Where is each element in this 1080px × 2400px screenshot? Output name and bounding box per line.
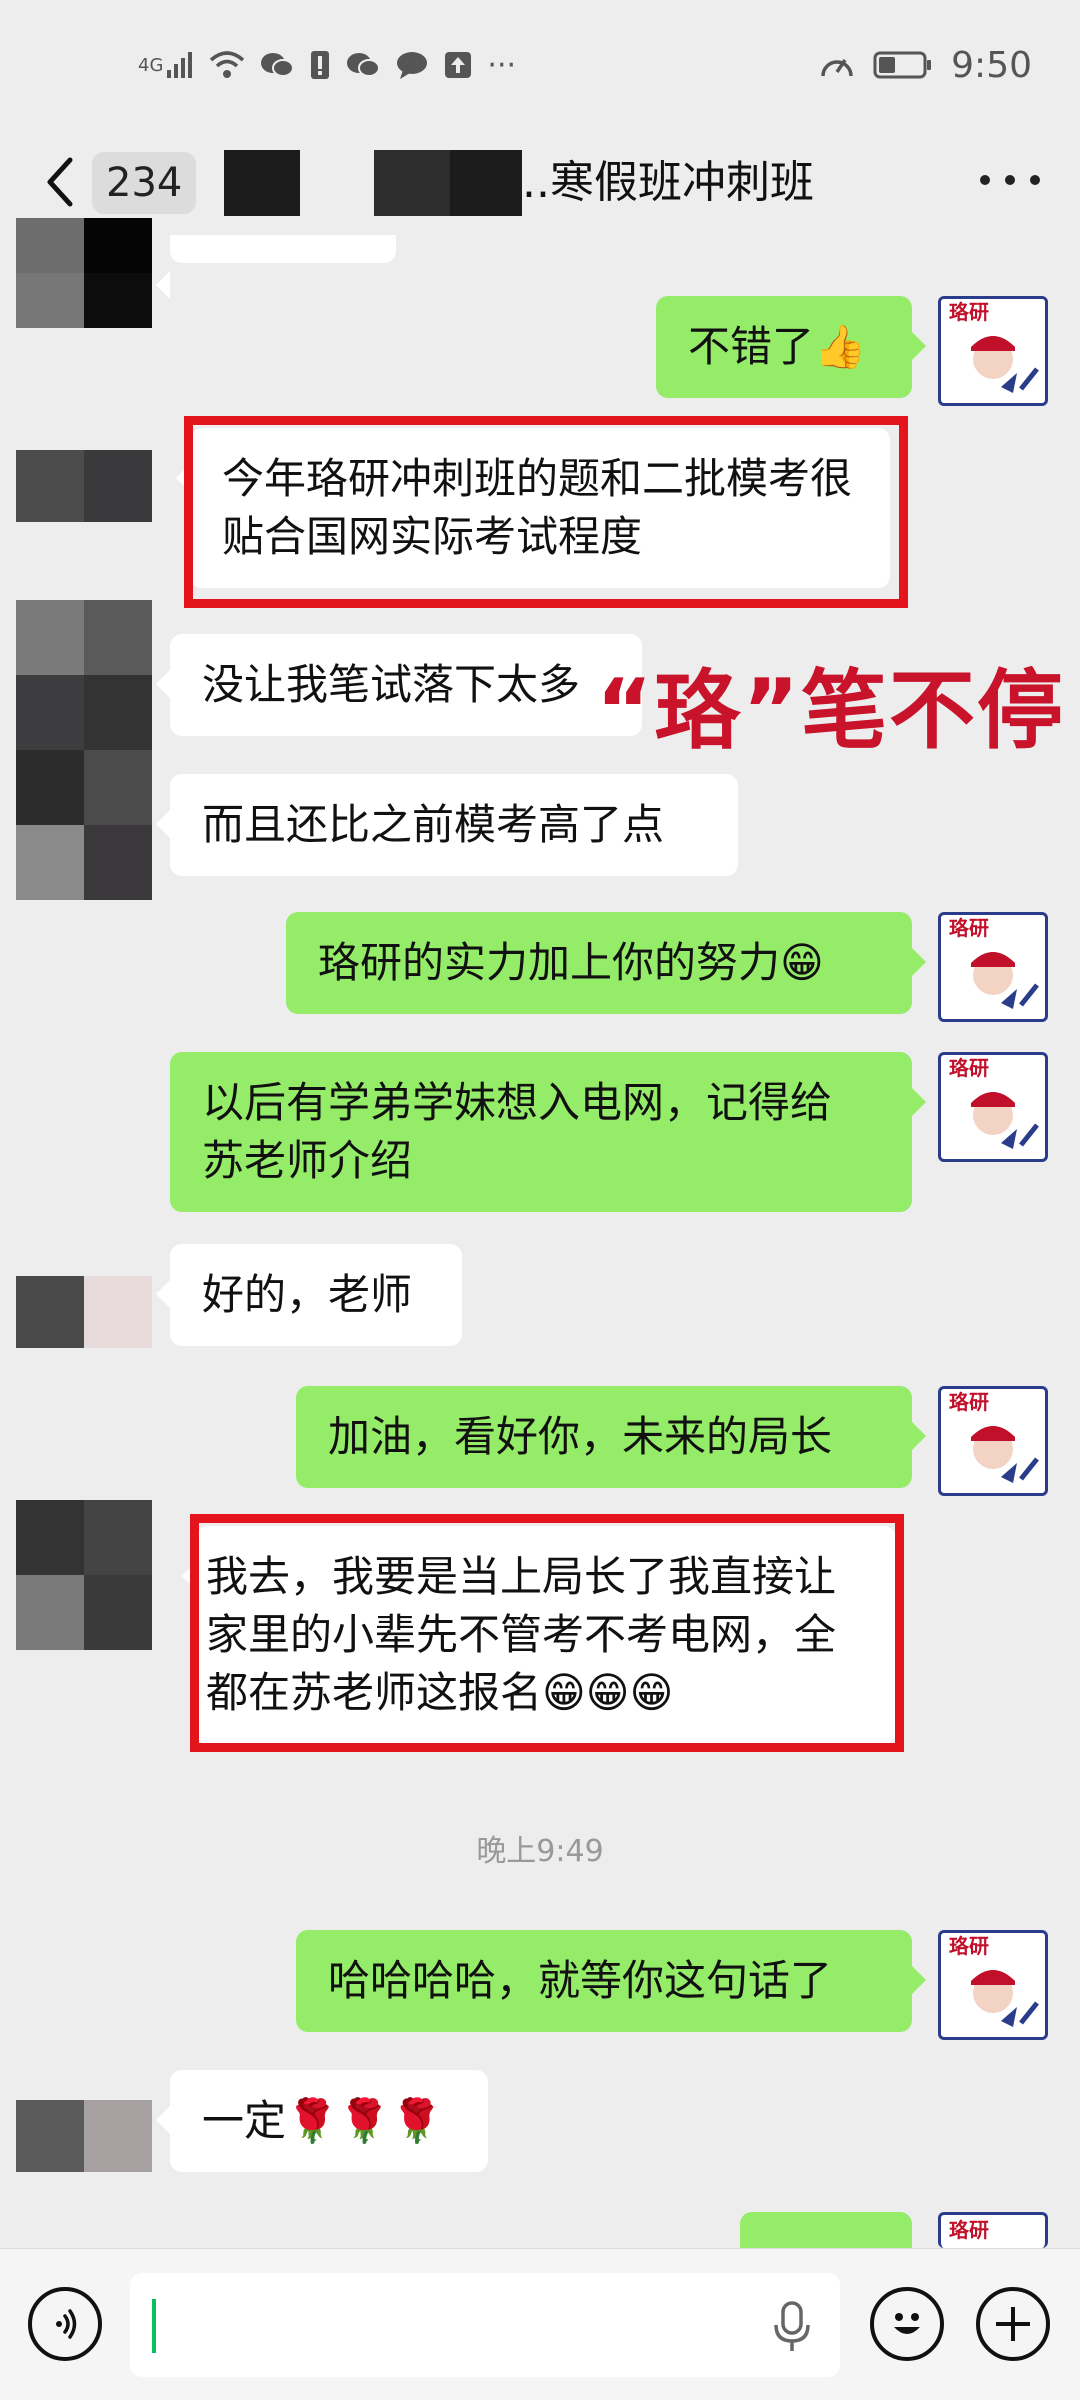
unread-count-badge: 234 xyxy=(92,152,197,214)
microphone-button[interactable] xyxy=(770,2299,814,2355)
message-bubble-partial xyxy=(156,235,396,299)
avatar[interactable] xyxy=(16,600,152,900)
back-button[interactable] xyxy=(40,152,80,212)
message-input[interactable] xyxy=(130,2273,840,2377)
dot-icon xyxy=(980,175,990,185)
message-bubble-incoming[interactable]: 没让我笔试落下太多 xyxy=(156,634,642,736)
emoji-icon xyxy=(894,2313,920,2334)
plus-button[interactable] xyxy=(976,2287,1050,2361)
chat-header: 234 ..寒假班冲刺班 xyxy=(0,130,1080,235)
highlight-frame xyxy=(190,1514,904,1752)
plus-icon xyxy=(996,2307,1030,2341)
redacted-title-block xyxy=(374,150,450,216)
input-bar xyxy=(0,2248,1080,2400)
status-bar: 4G ··· 9:50 xyxy=(0,0,1080,130)
dot-icon xyxy=(1005,175,1015,185)
voice-icon xyxy=(56,2309,77,2339)
redacted-title-block xyxy=(450,150,522,216)
message-bubble-outgoing[interactable]: 珞研的实力加上你的努力😁 xyxy=(286,912,926,1014)
chat-title: ..寒假班冲刺班 xyxy=(522,157,814,208)
message-bubble-outgoing[interactable]: 不错了👍 xyxy=(656,296,926,398)
avatar-self[interactable]: 珞研 xyxy=(938,1052,1048,1162)
battery-icon xyxy=(873,45,933,85)
message-bubble-incoming[interactable]: 一定🌹🌹🌹 xyxy=(156,2070,488,2172)
more-notifications: ··· xyxy=(487,47,517,83)
svg-text:珞研: 珞研 xyxy=(949,2219,989,2242)
slogan-overlay: “珞”笔不停 xyxy=(596,661,1066,761)
svg-text:珞研: 珞研 xyxy=(949,917,989,940)
clock: 9:50 xyxy=(951,44,1032,86)
avatar[interactable] xyxy=(16,218,152,328)
message-bubble-outgoing[interactable]: 以后有学弟学妹想入电网，记得给 苏老师介绍 xyxy=(170,1052,926,1212)
svg-text:珞研: 珞研 xyxy=(949,1935,989,1958)
message-bubble-incoming[interactable]: 而且还比之前模考高了点 xyxy=(156,774,738,876)
avatar-self[interactable]: 珞研 xyxy=(938,1386,1048,1496)
message-bubble-partial xyxy=(740,2212,926,2276)
chevron-left-icon xyxy=(47,157,73,207)
status-icons-left: 4G ··· xyxy=(138,40,516,90)
alert-icon xyxy=(309,45,331,85)
upload-icon xyxy=(443,45,473,85)
highlight-frame xyxy=(184,416,908,608)
message-icon xyxy=(395,45,429,85)
avatar-self[interactable]: 珞研 xyxy=(938,912,1048,1022)
signal-icon: 4G xyxy=(138,45,195,85)
mascot-avatar-icon: 珞研 xyxy=(941,299,1045,393)
avatar-self[interactable]: 珞研 xyxy=(938,1930,1048,2040)
svg-text:珞研: 珞研 xyxy=(949,1391,989,1414)
mascot-avatar-icon: 珞研 xyxy=(949,1391,1039,1483)
redacted-title-block xyxy=(224,150,300,216)
avatar[interactable] xyxy=(16,1500,152,1650)
message-bubble-outgoing[interactable]: 哈哈哈哈，就等你这句话了 xyxy=(296,1930,926,2032)
mascot-avatar-icon: 珞研 xyxy=(949,1935,1039,2027)
wechat-icon xyxy=(259,45,295,85)
network-type: 4G xyxy=(138,54,164,76)
avatar[interactable] xyxy=(16,450,152,522)
voice-toggle-button[interactable] xyxy=(28,2287,102,2361)
avatar-self[interactable]: 珞研 xyxy=(938,296,1048,406)
avatar[interactable] xyxy=(16,1276,152,1348)
wifi-icon xyxy=(209,45,245,85)
emoji-button[interactable] xyxy=(870,2287,944,2361)
status-icons-right: 9:50 xyxy=(819,40,1032,90)
avatar[interactable] xyxy=(16,2100,152,2172)
wechat-icon-2 xyxy=(345,45,381,85)
message-bubble-incoming[interactable]: 好的，老师 xyxy=(156,1244,462,1346)
avatar-self-partial[interactable]: 珞研 xyxy=(938,2212,1048,2248)
message-bubble-outgoing[interactable]: 加油，看好你，未来的局长 xyxy=(296,1386,926,1488)
message-timestamp: 晚上9:49 xyxy=(476,1834,604,1869)
mascot-avatar-icon: 珞研 xyxy=(949,917,1039,1009)
microphone-icon xyxy=(774,2301,810,2351)
mascot-avatar-icon: 珞研 xyxy=(949,2219,989,2242)
mascot-avatar-icon: 珞研 xyxy=(949,1057,1039,1149)
svg-text:珞研: 珞研 xyxy=(949,301,989,324)
more-options-button[interactable] xyxy=(980,160,1040,200)
text-caret xyxy=(152,2299,156,2353)
dot-icon xyxy=(1030,175,1040,185)
speed-icon xyxy=(819,45,855,85)
svg-text:珞研: 珞研 xyxy=(949,1057,989,1080)
